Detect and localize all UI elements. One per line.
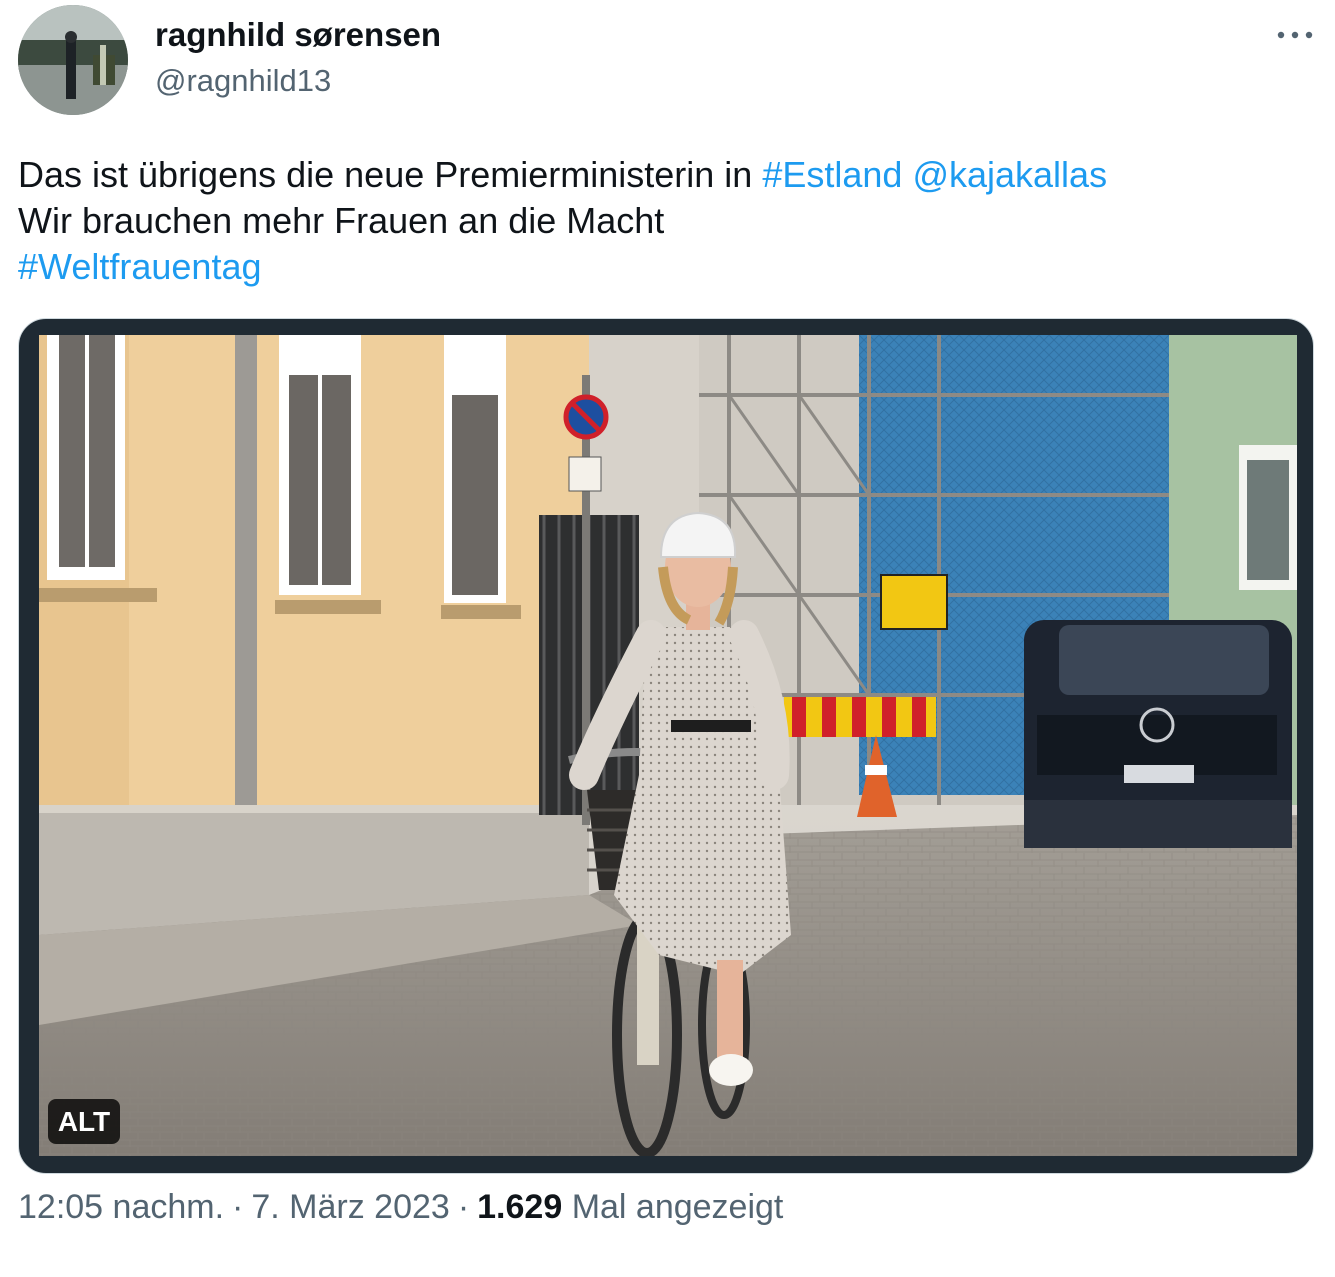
tweet-text: Das ist übrigens die neue Premierministe…: [18, 152, 1318, 290]
tweet-text-line-2: Wir brauchen mehr Frauen an die Macht: [18, 200, 665, 241]
tweet-timestamp-time[interactable]: 12:05 nachm.: [18, 1188, 224, 1226]
tweet-text-segment: Das ist übrigens die neue Premierministe…: [18, 154, 763, 195]
meta-separator: ·: [457, 1188, 470, 1226]
tweet-timestamp-date[interactable]: 7. März 2023: [251, 1188, 449, 1226]
tweet-metadata: 12:05 nachm. · 7. März 2023 · 1.629 Mal ange…: [18, 1188, 783, 1227]
mention-kajakallas-link[interactable]: @kajakallas: [912, 154, 1107, 195]
views-label[interactable]: Mal angezeigt: [572, 1188, 784, 1226]
meta-separator: ·: [232, 1188, 244, 1226]
hashtag-estland-link[interactable]: #Estland: [762, 154, 902, 195]
tweet-text-line-3: #Weltfrauentag: [18, 244, 1318, 290]
author-handle[interactable]: @ragnhild13: [155, 63, 331, 99]
more-horizontal-icon: [1277, 31, 1313, 39]
hashtag-weltfrauentag-link[interactable]: #Weltfrauentag: [18, 246, 262, 287]
views-count[interactable]: 1.629: [477, 1188, 562, 1226]
more-options-button[interactable]: [1270, 18, 1320, 52]
tweet-text-line-1: Das ist übrigens die neue Premierministe…: [18, 152, 1318, 198]
tweet-photo[interactable]: [39, 335, 1297, 1156]
author-display-name[interactable]: ragnhild sørensen: [155, 16, 441, 54]
alt-text-button[interactable]: ALT: [48, 1099, 120, 1144]
avatar-photo: [18, 5, 128, 115]
tweet-media[interactable]: [18, 318, 1314, 1174]
author-avatar[interactable]: [18, 5, 128, 115]
